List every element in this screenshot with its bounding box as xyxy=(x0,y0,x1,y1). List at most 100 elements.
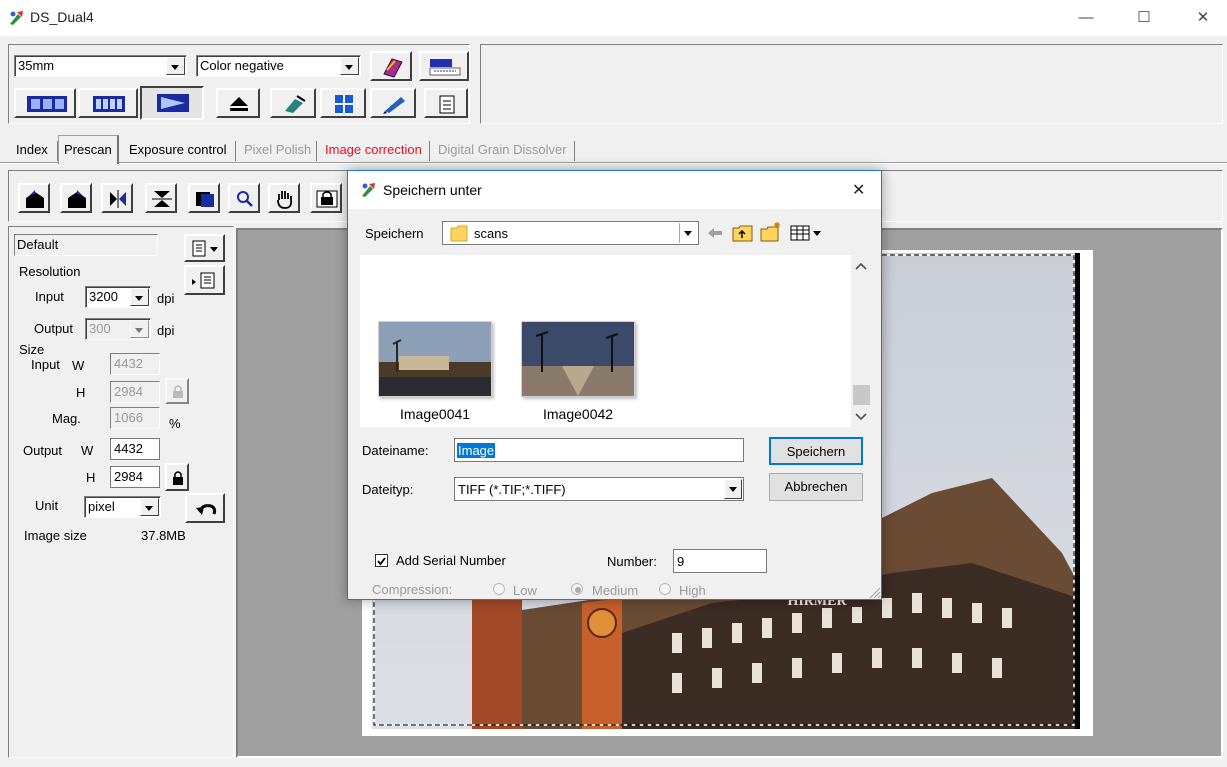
scrollbar-thumb[interactable] xyxy=(853,385,870,405)
flip-vertical-icon xyxy=(152,191,172,207)
save-in-select[interactable]: scans xyxy=(442,221,699,245)
preferences-button[interactable] xyxy=(424,88,468,118)
cleaning-button[interactable] xyxy=(370,88,416,118)
input-aspect-lock-button[interactable] xyxy=(165,378,189,404)
output-width-value: 4432 xyxy=(114,441,143,456)
tab-index[interactable]: Index xyxy=(11,138,53,162)
chevron-down-icon xyxy=(130,288,149,306)
unit-select[interactable]: pixel xyxy=(84,496,161,518)
back-arrow-icon[interactable] xyxy=(706,223,724,243)
dialog-close-button[interactable]: ✕ xyxy=(852,180,865,200)
scanner-info-button[interactable] xyxy=(419,51,469,81)
rotate-left-button[interactable] xyxy=(18,183,50,213)
tab-divider xyxy=(0,163,1227,164)
rotate-right-button[interactable] xyxy=(60,183,92,213)
file-name[interactable]: Image0042 xyxy=(543,406,613,422)
eject-icon xyxy=(230,97,248,111)
list-item[interactable] xyxy=(378,321,492,397)
eject-button[interactable] xyxy=(216,88,260,118)
play-scan-icon xyxy=(157,94,189,112)
compression-medium-radio[interactable] xyxy=(571,583,583,595)
output-aspect-lock-button[interactable] xyxy=(165,463,189,491)
vertical-scrollbar[interactable] xyxy=(851,255,871,427)
tab-separator xyxy=(429,141,430,161)
scan-to-file-button[interactable] xyxy=(270,88,316,118)
film-size-select[interactable]: 35mm xyxy=(14,55,187,77)
cancel-button[interactable]: Abbrechen xyxy=(769,473,863,501)
tab-exposure-control[interactable]: Exposure control xyxy=(124,138,232,162)
grid-icon xyxy=(335,95,353,113)
preview-edge xyxy=(1075,253,1080,729)
input-dpi-select[interactable]: 3200 xyxy=(85,286,151,308)
film-type-select[interactable]: Color negative xyxy=(196,55,361,77)
help-book-button[interactable] xyxy=(370,51,412,81)
zoom-button[interactable] xyxy=(228,183,260,213)
rotate-left-icon xyxy=(26,190,44,208)
unit-label: Unit xyxy=(35,498,59,513)
pan-button[interactable] xyxy=(268,183,300,213)
dpi-unit-label: dpi xyxy=(157,323,175,338)
mirror-button[interactable] xyxy=(188,183,220,213)
number-value: 9 xyxy=(677,554,685,569)
padlock-icon xyxy=(173,385,183,398)
output-dpi-value: 300 xyxy=(89,321,111,336)
dialog-title-bar: Speichern unter ✕ xyxy=(348,171,881,209)
tab-digital-grain-dissolver[interactable]: Digital Grain Dissolver xyxy=(433,138,572,162)
number-input[interactable]: 9 xyxy=(673,549,767,573)
chevron-down-icon[interactable] xyxy=(851,407,871,427)
serial-number-label: Add Serial Number xyxy=(396,553,506,568)
new-folder-icon[interactable] xyxy=(760,221,782,243)
flip-horizontal-button[interactable] xyxy=(101,183,133,213)
filetype-select[interactable]: TIFF (*.TIF;*.TIFF) xyxy=(454,477,744,501)
image-size-value: 37.8MB xyxy=(141,528,186,543)
reset-button[interactable] xyxy=(185,493,225,523)
tab-pixel-polish[interactable]: Pixel Polish xyxy=(239,138,316,162)
input-height-label: H xyxy=(76,385,86,400)
thumbnail-button[interactable] xyxy=(78,88,138,118)
magnification-field[interactable]: 1066 xyxy=(110,407,160,429)
output-height-value: 2984 xyxy=(114,469,143,484)
tab-separator xyxy=(574,141,575,161)
chevron-down-icon xyxy=(166,57,185,75)
lock-frame-button[interactable] xyxy=(310,183,342,213)
output-height-field[interactable]: 2984 xyxy=(110,466,160,488)
input-width-field[interactable]: 4432 xyxy=(110,353,160,375)
save-in-label: Speichern xyxy=(365,226,424,241)
maximize-button[interactable]: ☐ xyxy=(1124,6,1164,30)
view-menu-icon[interactable] xyxy=(790,223,826,243)
serial-number-checkbox[interactable] xyxy=(375,554,388,567)
flip-vertical-button[interactable] xyxy=(145,183,177,213)
input-height-field[interactable]: 2984 xyxy=(110,381,160,403)
output-width-field[interactable]: 4432 xyxy=(110,438,160,460)
chevron-up-icon[interactable] xyxy=(851,257,871,277)
compression-high-radio[interactable] xyxy=(659,583,671,595)
image-thumbnail xyxy=(379,322,491,396)
list-item[interactable] xyxy=(521,321,635,397)
prescan-button[interactable] xyxy=(140,86,204,120)
preset-load-button[interactable] xyxy=(184,265,225,295)
tab-separator xyxy=(316,141,317,161)
input-dpi-value: 3200 xyxy=(89,289,118,304)
dpi-unit-label: dpi xyxy=(157,291,175,306)
preset-menu-button[interactable] xyxy=(184,234,225,262)
index-scan-button[interactable] xyxy=(14,88,76,118)
resize-grip-icon[interactable] xyxy=(867,585,881,599)
preset-icon xyxy=(192,272,215,289)
rotate-right-icon xyxy=(68,190,86,208)
filename-value: Image xyxy=(457,443,496,458)
minimize-button[interactable]: — xyxy=(1066,6,1106,30)
checkmark-icon xyxy=(377,557,386,566)
radio-dot-icon xyxy=(575,587,581,593)
tab-image-correction[interactable]: Image correction xyxy=(320,138,427,162)
output-dpi-select[interactable]: 300 xyxy=(85,318,151,340)
preset-field[interactable]: Default xyxy=(14,234,158,256)
input-width-value: 4432 xyxy=(114,356,143,371)
up-folder-icon[interactable] xyxy=(732,223,754,243)
compression-low-radio[interactable] xyxy=(493,583,505,595)
batch-scan-button[interactable] xyxy=(320,88,366,118)
close-button[interactable]: ✕ xyxy=(1183,6,1223,30)
file-name[interactable]: Image0041 xyxy=(400,406,470,422)
filename-input[interactable]: Image xyxy=(454,438,744,462)
tab-prescan[interactable]: Prescan xyxy=(58,135,119,164)
save-button[interactable]: Speichern xyxy=(769,437,863,465)
